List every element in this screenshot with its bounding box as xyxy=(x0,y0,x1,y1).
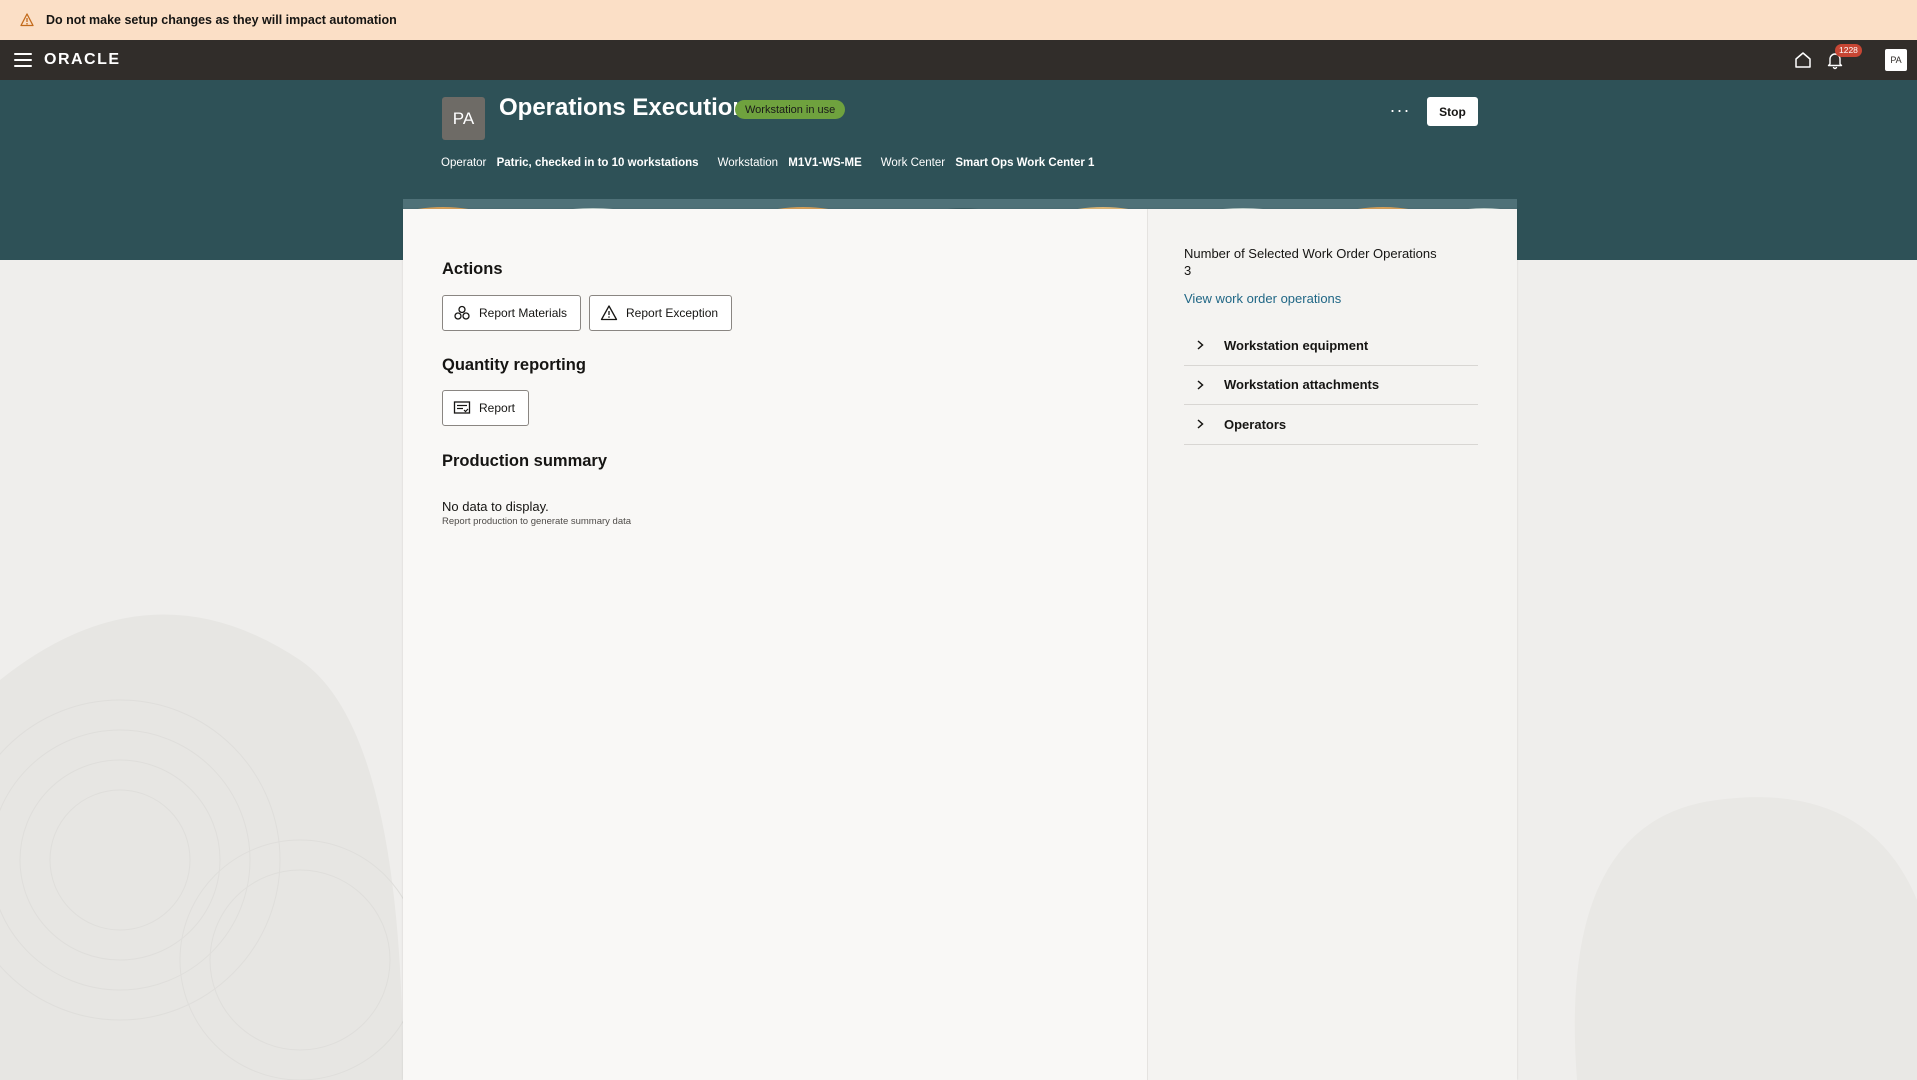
stop-button[interactable]: Stop xyxy=(1427,97,1478,126)
selected-operations-count: 3 xyxy=(1184,263,1192,278)
workcenter-label: Work Center xyxy=(880,157,946,169)
page-avatar: PA xyxy=(442,97,485,140)
report-exception-button[interactable]: Report Exception xyxy=(589,295,733,331)
operator-label: Operator xyxy=(441,157,487,169)
notification-count-badge: 1228 xyxy=(1835,44,1862,57)
global-header: ORACLE 1228 PA xyxy=(0,40,1917,80)
background-pattern xyxy=(0,600,403,1080)
accordion-label: Workstation attachments xyxy=(1224,377,1380,393)
warning-icon xyxy=(20,13,34,27)
accordion-workstation-equipment[interactable]: Workstation equipment xyxy=(1184,326,1478,366)
background-pattern-right xyxy=(1517,780,1917,1080)
side-accordion: Workstation equipment Workstation attach… xyxy=(1184,326,1478,445)
chevron-right-icon xyxy=(1194,418,1206,430)
accordion-operators[interactable]: Operators xyxy=(1184,405,1478,445)
report-materials-button[interactable]: Report Materials xyxy=(442,295,582,331)
status-badge: Workstation in use xyxy=(735,100,846,119)
materials-icon xyxy=(453,304,471,322)
report-quantity-button[interactable]: Report xyxy=(442,390,530,426)
accordion-workstation-attachments[interactable]: Workstation attachments xyxy=(1184,366,1478,405)
report-exception-label: Report Exception xyxy=(626,306,719,320)
report-form-icon xyxy=(453,399,471,417)
oracle-logo[interactable]: ORACLE xyxy=(44,51,121,69)
selected-operations-label: Number of Selected Work Order Operations xyxy=(1184,246,1437,261)
notifications-button[interactable]: 1228 xyxy=(1825,44,1862,70)
workcenter-info: Work Center Smart Ops Work Center 1 xyxy=(881,157,1095,169)
no-data-hint: Report production to generate summary da… xyxy=(442,516,632,527)
view-work-order-operations-link[interactable]: View work order operations xyxy=(1184,291,1341,306)
workstation-context: Operator Patric, checked in to 10 workst… xyxy=(441,157,1113,169)
operator-value: Patric, checked in to 10 workstations xyxy=(496,157,699,169)
user-avatar[interactable]: PA xyxy=(1885,49,1907,71)
warning-banner: Do not make setup changes as they will i… xyxy=(0,0,1917,40)
workcenter-value: Smart Ops Work Center 1 xyxy=(955,157,1095,169)
report-quantity-label: Report xyxy=(479,401,516,415)
quantity-reporting-heading: Quantity reporting xyxy=(442,356,586,374)
operator-info: Operator Patric, checked in to 10 workst… xyxy=(441,157,699,169)
page-title: Operations Execution xyxy=(499,94,748,121)
decorative-strip xyxy=(403,199,1517,209)
workstation-label: Workstation xyxy=(717,157,779,169)
warning-triangle-icon xyxy=(600,304,618,322)
workstation-value: M1V1-WS-ME xyxy=(788,157,862,169)
chevron-right-icon xyxy=(1194,339,1206,351)
workstation-info: Workstation M1V1-WS-ME xyxy=(718,157,862,169)
accordion-label: Operators xyxy=(1224,416,1287,432)
home-icon[interactable] xyxy=(1793,50,1813,70)
warning-message: Do not make setup changes as they will i… xyxy=(46,13,397,27)
actions-heading: Actions xyxy=(442,260,503,278)
more-actions-button[interactable]: ··· xyxy=(1386,98,1414,122)
report-materials-label: Report Materials xyxy=(479,306,568,320)
chevron-right-icon xyxy=(1194,379,1206,391)
accordion-label: Workstation equipment xyxy=(1224,337,1369,353)
production-summary-heading: Production summary xyxy=(442,452,608,470)
no-data-message: No data to display. xyxy=(442,499,549,514)
menu-icon[interactable] xyxy=(14,53,32,67)
